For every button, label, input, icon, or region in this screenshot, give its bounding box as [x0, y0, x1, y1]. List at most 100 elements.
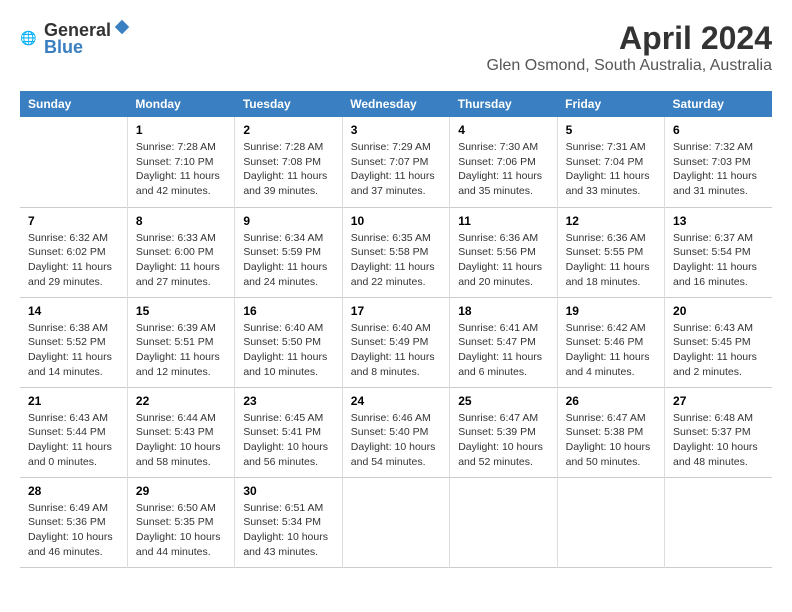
calendar-cell: 17 Sunrise: 6:40 AMSunset: 5:49 PMDayligh… — [342, 297, 449, 387]
weekday-header-saturday: Saturday — [665, 91, 772, 117]
calendar-cell: 23 Sunrise: 6:45 AMSunset: 5:41 PMDayligh… — [235, 387, 342, 477]
calendar-cell: 12Sunrise: 6:36 AMSunset: 5:55 PMDayligh… — [557, 207, 664, 297]
day-info: Sunrise: 6:35 AMSunset: 5:58 PMDaylight:… — [351, 231, 441, 290]
day-info: Sunrise: 6:32 AMSunset: 6:02 PMDaylight:… — [28, 231, 119, 290]
calendar-cell: 19 Sunrise: 6:42 AMSunset: 5:46 PMDayligh… — [557, 297, 664, 387]
day-info: Sunrise: 7:32 AMSunset: 7:03 PMDaylight:… — [673, 140, 764, 199]
day-number: 18 — [458, 304, 548, 318]
logo: 🌐 General Blue — [20, 20, 131, 58]
day-info: Sunrise: 6:43 AMSunset: 5:44 PMDaylight:… — [28, 411, 119, 470]
day-number: 21 — [28, 394, 119, 408]
day-number: 20 — [673, 304, 764, 318]
day-info: Sunrise: 6:45 AMSunset: 5:41 PMDaylight:… — [243, 411, 333, 470]
day-number: 29 — [136, 484, 226, 498]
logo-arrow-icon — [113, 18, 131, 36]
weekday-header-friday: Friday — [557, 91, 664, 117]
day-info: Sunrise: 6:42 AMSunset: 5:46 PMDaylight:… — [566, 321, 656, 380]
weekday-header-tuesday: Tuesday — [235, 91, 342, 117]
day-number: 6 — [673, 123, 764, 137]
calendar-cell: 4 Sunrise: 7:30 AMSunset: 7:06 PMDaylight… — [450, 117, 557, 207]
day-info: Sunrise: 6:39 AMSunset: 5:51 PMDaylight:… — [136, 321, 226, 380]
weekday-header-thursday: Thursday — [450, 91, 557, 117]
svg-text:🌐: 🌐 — [20, 29, 37, 45]
day-number: 3 — [351, 123, 441, 137]
week-row-2: 7 Sunrise: 6:32 AMSunset: 6:02 PMDaylight… — [20, 207, 772, 297]
day-info: Sunrise: 6:49 AMSunset: 5:36 PMDaylight:… — [28, 501, 119, 560]
day-info: Sunrise: 6:33 AMSunset: 6:00 PMDaylight:… — [136, 231, 226, 290]
title-area: April 2024 Glen Osmond, South Australia,… — [487, 20, 772, 75]
day-info: Sunrise: 6:51 AMSunset: 5:34 PMDaylight:… — [243, 501, 333, 560]
day-info: Sunrise: 6:50 AMSunset: 5:35 PMDaylight:… — [136, 501, 226, 560]
weekday-header-monday: Monday — [127, 91, 234, 117]
day-number: 30 — [243, 484, 333, 498]
day-info: Sunrise: 7:30 AMSunset: 7:06 PMDaylight:… — [458, 140, 548, 199]
day-number: 15 — [136, 304, 226, 318]
calendar-cell: 6 Sunrise: 7:32 AMSunset: 7:03 PMDaylight… — [665, 117, 772, 207]
location-subtitle: Glen Osmond, South Australia, Australia — [487, 57, 772, 75]
day-number: 24 — [351, 394, 441, 408]
day-info: Sunrise: 6:37 AMSunset: 5:54 PMDaylight:… — [673, 231, 764, 290]
day-info: Sunrise: 7:31 AMSunset: 7:04 PMDaylight:… — [566, 140, 656, 199]
calendar-cell: 22Sunrise: 6:44 AMSunset: 5:43 PMDayligh… — [127, 387, 234, 477]
day-number: 1 — [136, 123, 226, 137]
day-info: Sunrise: 6:36 AMSunset: 5:56 PMDaylight:… — [458, 231, 548, 290]
day-number: 10 — [351, 214, 441, 228]
calendar-cell: 16 Sunrise: 6:40 AMSunset: 5:50 PMDayligh… — [235, 297, 342, 387]
calendar-cell: 10 Sunrise: 6:35 AMSunset: 5:58 PMDayligh… — [342, 207, 449, 297]
day-info: Sunrise: 6:40 AMSunset: 5:50 PMDaylight:… — [243, 321, 333, 380]
day-number: 11 — [458, 214, 548, 228]
calendar-cell: 3 Sunrise: 7:29 AMSunset: 7:07 PMDaylight… — [342, 117, 449, 207]
day-info: Sunrise: 6:48 AMSunset: 5:37 PMDaylight:… — [673, 411, 764, 470]
weekday-header-wednesday: Wednesday — [342, 91, 449, 117]
calendar-cell: 14 Sunrise: 6:38 AMSunset: 5:52 PMDayligh… — [20, 297, 127, 387]
week-row-1: 1 Sunrise: 7:28 AMSunset: 7:10 PMDaylight… — [20, 117, 772, 207]
day-number: 17 — [351, 304, 441, 318]
day-info: Sunrise: 6:34 AMSunset: 5:59 PMDaylight:… — [243, 231, 333, 290]
day-info: Sunrise: 6:43 AMSunset: 5:45 PMDaylight:… — [673, 321, 764, 380]
calendar-cell — [665, 477, 772, 567]
day-info: Sunrise: 6:40 AMSunset: 5:49 PMDaylight:… — [351, 321, 441, 380]
day-number: 23 — [243, 394, 333, 408]
day-info: Sunrise: 6:36 AMSunset: 5:55 PMDaylight:… — [566, 231, 656, 290]
day-number: 25 — [458, 394, 548, 408]
calendar-header-row: SundayMondayTuesdayWednesdayThursdayFrid… — [20, 91, 772, 117]
calendar-cell: 1 Sunrise: 7:28 AMSunset: 7:10 PMDaylight… — [127, 117, 234, 207]
day-info: Sunrise: 7:28 AMSunset: 7:10 PMDaylight:… — [136, 140, 226, 199]
week-row-4: 21 Sunrise: 6:43 AMSunset: 5:44 PMDayligh… — [20, 387, 772, 477]
header: 🌐 General Blue April 2024 Glen Osmond, S… — [20, 20, 772, 75]
day-number: 9 — [243, 214, 333, 228]
calendar-cell: 21 Sunrise: 6:43 AMSunset: 5:44 PMDayligh… — [20, 387, 127, 477]
calendar-cell: 15 Sunrise: 6:39 AMSunset: 5:51 PMDayligh… — [127, 297, 234, 387]
calendar-cell: 13 Sunrise: 6:37 AMSunset: 5:54 PMDayligh… — [665, 207, 772, 297]
day-number: 16 — [243, 304, 333, 318]
logo-icon: 🌐 — [20, 29, 40, 49]
day-number: 13 — [673, 214, 764, 228]
day-number: 28 — [28, 484, 119, 498]
day-number: 19 — [566, 304, 656, 318]
day-number: 8 — [136, 214, 226, 228]
day-number: 14 — [28, 304, 119, 318]
calendar-cell — [342, 477, 449, 567]
calendar-cell: 20 Sunrise: 6:43 AMSunset: 5:45 PMDayligh… — [665, 297, 772, 387]
day-info: Sunrise: 6:47 AMSunset: 5:39 PMDaylight:… — [458, 411, 548, 470]
day-number: 2 — [243, 123, 333, 137]
day-info: Sunrise: 6:38 AMSunset: 5:52 PMDaylight:… — [28, 321, 119, 380]
weekday-header-sunday: Sunday — [20, 91, 127, 117]
calendar-cell: 29 Sunrise: 6:50 AMSunset: 5:35 PMDayligh… — [127, 477, 234, 567]
calendar-cell: 11 Sunrise: 6:36 AMSunset: 5:56 PMDayligh… — [450, 207, 557, 297]
day-info: Sunrise: 6:41 AMSunset: 5:47 PMDaylight:… — [458, 321, 548, 380]
day-number: 27 — [673, 394, 764, 408]
calendar-cell: 26Sunrise: 6:47 AMSunset: 5:38 PMDayligh… — [557, 387, 664, 477]
day-info: Sunrise: 7:29 AMSunset: 7:07 PMDaylight:… — [351, 140, 441, 199]
day-info: Sunrise: 7:28 AMSunset: 7:08 PMDaylight:… — [243, 140, 333, 199]
day-number: 7 — [28, 214, 119, 228]
calendar-cell — [557, 477, 664, 567]
week-row-5: 28 Sunrise: 6:49 AMSunset: 5:36 PMDayligh… — [20, 477, 772, 567]
day-number: 4 — [458, 123, 548, 137]
logo-blue-text: Blue — [44, 37, 83, 57]
calendar-cell: 28 Sunrise: 6:49 AMSunset: 5:36 PMDayligh… — [20, 477, 127, 567]
day-info: Sunrise: 6:44 AMSunset: 5:43 PMDaylight:… — [136, 411, 226, 470]
day-info: Sunrise: 6:47 AMSunset: 5:38 PMDaylight:… — [566, 411, 656, 470]
calendar-cell: 30 Sunrise: 6:51 AMSunset: 5:34 PMDayligh… — [235, 477, 342, 567]
day-info: Sunrise: 6:46 AMSunset: 5:40 PMDaylight:… — [351, 411, 441, 470]
